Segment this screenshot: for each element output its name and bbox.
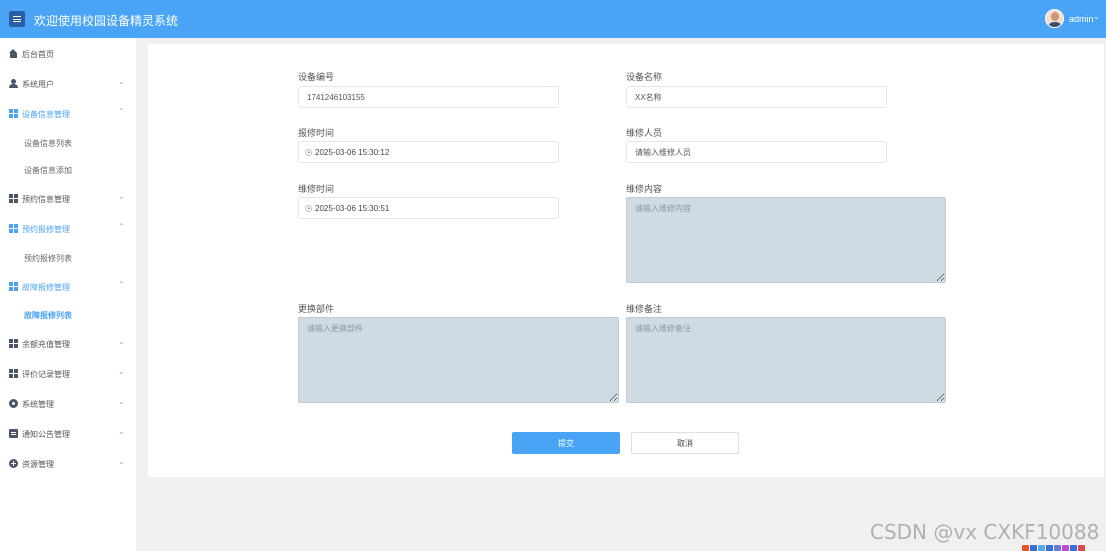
chevron-down-icon: ⌄ xyxy=(118,337,125,346)
sidebar-item-booking-info[interactable]: 预约信息管理 ⌄ xyxy=(0,190,136,208)
sidebar-item-label: 通知公告管理 xyxy=(22,430,70,439)
grid-icon xyxy=(9,339,18,348)
sidebar-subitem-device-add[interactable]: 设备信息添加 xyxy=(0,162,136,178)
repairer-input[interactable] xyxy=(626,141,887,163)
app-icon xyxy=(1070,545,1077,551)
report-time-picker[interactable]: 2025-03-06 15:30:12 xyxy=(298,141,559,163)
sidebar-item-booking-repair[interactable]: 预约报修管理 ⌃ xyxy=(0,220,136,238)
system-tray xyxy=(1022,541,1104,551)
user-name[interactable]: admin xyxy=(1069,14,1094,24)
chevron-down-icon: ⌄ xyxy=(118,367,125,376)
repair-content-textarea[interactable] xyxy=(626,197,946,283)
app-icon xyxy=(1022,545,1029,551)
sidebar-subitem-device-list[interactable]: 设备信息列表 xyxy=(0,135,136,151)
replaced-parts-label: 更换部件 xyxy=(298,304,335,314)
device-name-input[interactable] xyxy=(626,86,887,108)
repair-time-label: 维修时间 xyxy=(298,184,335,194)
app-icon xyxy=(1078,545,1085,551)
grid-icon xyxy=(9,369,18,378)
clock-icon xyxy=(305,205,312,212)
sidebar-item-system-settings[interactable]: 系统管理 ⌄ xyxy=(0,395,136,413)
app-icon xyxy=(1062,545,1069,551)
grid-icon xyxy=(9,194,18,203)
chevron-down-icon: ⌄ xyxy=(118,457,125,466)
repair-time-value: 2025-03-06 15:30:51 xyxy=(315,204,390,213)
form-card: 设备编号 设备名称 报修时间 2025-03-06 15:30:12 维修人员 … xyxy=(148,44,1104,477)
grid-icon xyxy=(9,224,18,233)
sidebar-item-balance-recharge[interactable]: 余额充值管理 ⌄ xyxy=(0,335,136,353)
doc-icon xyxy=(9,429,18,438)
chevron-down-icon[interactable]: ⌄ xyxy=(1093,12,1100,21)
sidebar-item-label: 后台首页 xyxy=(22,50,54,59)
sidebar-item-label: 预约信息管理 xyxy=(22,195,70,204)
sidebar-item-dashboard[interactable]: 后台首页 xyxy=(0,45,136,63)
report-time-label: 报修时间 xyxy=(298,128,335,138)
sidebar-item-label: 资源管理 xyxy=(22,460,54,469)
sidebar-item-label: 故障报修管理 xyxy=(22,283,70,292)
sidebar-item-label: 设备信息添加 xyxy=(24,166,72,175)
sidebar-item-announcements[interactable]: 通知公告管理 ⌄ xyxy=(0,425,136,443)
sidebar-item-label: 评价记录管理 xyxy=(22,370,70,379)
plus-circle-icon xyxy=(9,459,18,468)
sidebar-item-label: 系统管理 xyxy=(22,400,54,409)
repair-time-picker[interactable]: 2025-03-06 15:30:51 xyxy=(298,197,559,219)
sidebar-item-label: 预约报修管理 xyxy=(22,225,70,234)
grid-icon xyxy=(9,282,18,291)
chevron-down-icon: ⌄ xyxy=(118,192,125,201)
app-icon xyxy=(1054,545,1061,551)
clock-icon xyxy=(305,149,312,156)
report-time-value: 2025-03-06 15:30:12 xyxy=(315,148,390,157)
sidebar-item-label: 故障报修列表 xyxy=(24,311,72,320)
sidebar-item-label: 系统用户 xyxy=(22,80,54,89)
sidebar-item-label: 设备信息列表 xyxy=(24,139,72,148)
replaced-parts-textarea[interactable] xyxy=(298,317,619,403)
user-icon xyxy=(9,79,18,88)
chevron-down-icon: ⌄ xyxy=(118,427,125,436)
sidebar-item-reviews[interactable]: 评价记录管理 ⌄ xyxy=(0,365,136,383)
sidebar-item-label: 余额充值管理 xyxy=(22,340,70,349)
grid-icon xyxy=(9,109,18,118)
menu-toggle-icon[interactable] xyxy=(9,11,25,27)
repair-remark-label: 维修备注 xyxy=(626,304,663,314)
device-no-input[interactable] xyxy=(298,86,559,108)
chevron-up-icon: ⌃ xyxy=(118,222,125,231)
sidebar-item-system-users[interactable]: 系统用户 ⌄ xyxy=(0,75,136,93)
sidebar-item-fault-repair[interactable]: 故障报修管理 ⌃ xyxy=(0,278,136,296)
submit-button[interactable]: 提交 xyxy=(512,432,620,454)
device-no-label: 设备编号 xyxy=(298,72,335,82)
sidebar-subitem-booking-repair-list[interactable]: 预约报修列表 xyxy=(0,250,136,266)
app-icon xyxy=(1046,545,1053,551)
chevron-down-icon: ⌄ xyxy=(118,397,125,406)
app-icon xyxy=(1030,545,1037,551)
sidebar-item-label: 设备信息管理 xyxy=(22,110,70,119)
cancel-button[interactable]: 取消 xyxy=(631,432,739,454)
chevron-down-icon: ⌄ xyxy=(118,77,125,86)
chevron-up-icon: ⌃ xyxy=(118,107,125,116)
repair-content-label: 维修内容 xyxy=(626,184,663,194)
device-name-label: 设备名称 xyxy=(626,72,663,82)
repairer-label: 维修人员 xyxy=(626,128,663,138)
app-icon xyxy=(1038,545,1045,551)
top-bar: 欢迎使用校园设备精灵系统 admin ⌄ xyxy=(0,0,1106,38)
app-title: 欢迎使用校园设备精灵系统 xyxy=(34,14,179,28)
sidebar-subitem-fault-repair-list[interactable]: 故障报修列表 xyxy=(0,307,136,323)
sidebar-item-device-info[interactable]: 设备信息管理 ⌃ xyxy=(0,105,136,123)
sidebar: 后台首页 系统用户 ⌄ 设备信息管理 ⌃ 设备信息列表 设备信息添加 预约信息管… xyxy=(0,38,136,551)
avatar[interactable] xyxy=(1045,9,1064,28)
chevron-up-icon: ⌃ xyxy=(118,280,125,289)
sidebar-item-label: 预约报修列表 xyxy=(24,254,72,263)
repair-remark-textarea[interactable] xyxy=(626,317,946,403)
gear-icon xyxy=(9,399,18,408)
sidebar-item-resources[interactable]: 资源管理 ⌄ xyxy=(0,455,136,473)
